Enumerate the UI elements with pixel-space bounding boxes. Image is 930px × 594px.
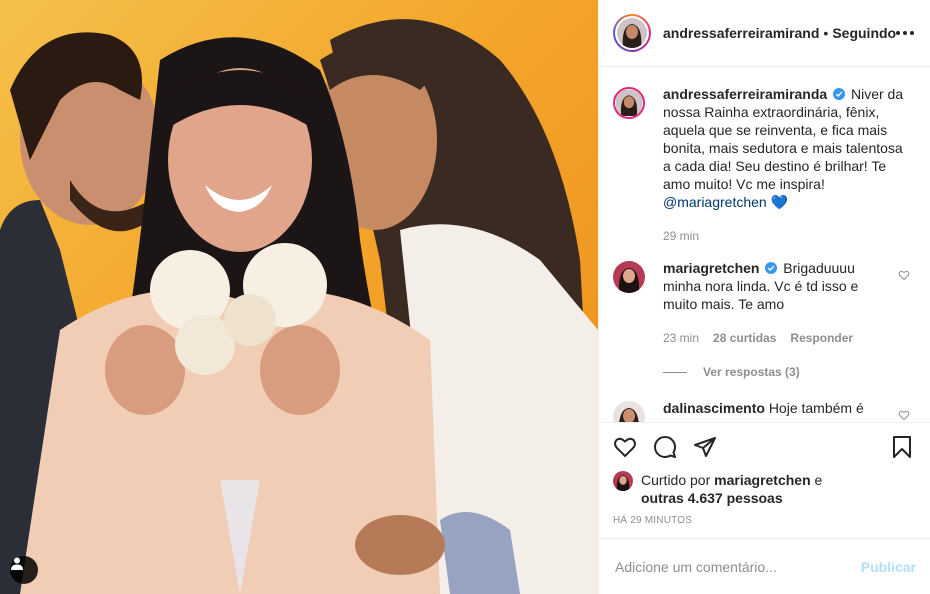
liked-by-others[interactable]: outras 4.637 pessoas: [641, 490, 783, 506]
add-comment-bar: Publicar: [599, 538, 930, 594]
like-comment-heart-icon[interactable]: [898, 409, 910, 421]
verified-badge-icon: [833, 88, 846, 100]
like-comment-heart-icon[interactable]: [898, 269, 910, 281]
author-avatar[interactable]: [613, 14, 651, 52]
like-heart-icon[interactable]: [613, 435, 637, 459]
blue-heart-emoji: 💙: [770, 194, 789, 210]
post-header: andressaferreiramirand • Seguindo: [599, 0, 930, 67]
verified-badge-icon: [765, 262, 778, 274]
caption-time: 29 min: [663, 229, 700, 243]
comment-username[interactable]: mariagretchen: [663, 260, 759, 276]
comment: dalinascimento Hoje também é: [613, 399, 914, 422]
post-timestamp[interactable]: HÁ 29 MINUTOS: [613, 515, 914, 538]
caption-mention[interactable]: @mariagretchen: [663, 194, 767, 210]
instagram-post: andressaferreiramirand • Seguindo andres…: [0, 0, 930, 594]
avatar-image: [613, 471, 633, 491]
save-bookmark-icon[interactable]: [890, 435, 914, 459]
action-icons: [613, 423, 914, 471]
caption: andressaferreiramiranda Niver da nossa R…: [613, 85, 914, 245]
comment-input[interactable]: [615, 558, 861, 575]
publish-button[interactable]: Publicar: [861, 559, 916, 575]
avatar-image: [613, 261, 645, 293]
caption-username[interactable]: andressaferreiramiranda: [663, 86, 827, 102]
reply-button[interactable]: Responder: [790, 329, 853, 347]
view-replies[interactable]: Ver respostas (3): [663, 365, 914, 379]
comment-bubble-icon[interactable]: [653, 435, 677, 459]
comments-section: andressaferreiramiranda Niver da nossa R…: [599, 67, 930, 422]
comment-likes[interactable]: 28 curtidas: [713, 329, 776, 347]
following-button[interactable]: Seguindo: [832, 25, 896, 41]
liked-by-prefix: Curtido por: [641, 472, 711, 488]
post-actions: Curtido por mariagretchen e outras 4.637…: [599, 422, 930, 538]
user-icon: [11, 557, 23, 570]
separator-dot: •: [823, 25, 829, 41]
view-replies-label: Ver respostas (3): [703, 365, 800, 379]
tagged-users-button[interactable]: [10, 556, 38, 584]
liked-by-and: e: [814, 472, 823, 488]
comment-time: 23 min: [663, 331, 700, 345]
post-side-panel: andressaferreiramirand • Seguindo andres…: [598, 0, 930, 594]
commenter-avatar[interactable]: [613, 261, 645, 293]
liked-by-user[interactable]: mariagretchen: [714, 472, 810, 488]
photo-illustration: [0, 19, 598, 594]
comment: mariagretchen Brigaduuuu minha nora lind…: [613, 259, 914, 347]
liked-by: Curtido por mariagretchen e outras 4.637…: [613, 471, 914, 507]
avatar-image: [613, 401, 645, 422]
avatar-image: [616, 90, 642, 116]
commenter-avatar[interactable]: [613, 401, 645, 422]
liker-avatar[interactable]: [613, 471, 633, 491]
more-options-icon[interactable]: [896, 31, 915, 35]
author-username[interactable]: andressaferreiramirand: [663, 25, 819, 41]
comment-text: Hoje também é: [768, 400, 864, 416]
comment-username[interactable]: dalinascimento: [663, 400, 765, 416]
avatar-image: [617, 18, 647, 48]
post-photo[interactable]: [0, 0, 598, 594]
share-send-icon[interactable]: [693, 435, 717, 459]
caption-avatar[interactable]: [613, 87, 645, 119]
